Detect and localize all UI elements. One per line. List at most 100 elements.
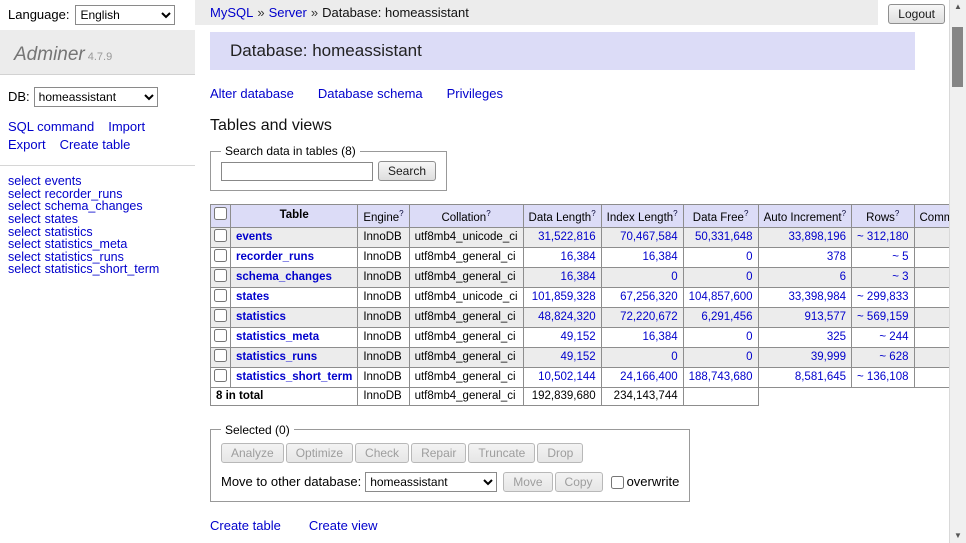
table-name-link[interactable]: statistics xyxy=(236,311,286,323)
check-button[interactable]: Check xyxy=(355,443,409,463)
data-length-link[interactable]: 48,824,320 xyxy=(538,311,596,323)
rows-count-link[interactable]: ~ 299,833 xyxy=(857,291,908,303)
copy-button[interactable]: Copy xyxy=(555,472,603,492)
data-length-link[interactable]: 16,384 xyxy=(560,251,595,263)
selected-legend: Selected (0) xyxy=(221,423,294,437)
auto-increment-link[interactable]: 8,581,645 xyxy=(795,371,846,383)
truncate-button[interactable]: Truncate xyxy=(468,443,535,463)
rows-count-link[interactable]: ~ 3 xyxy=(892,271,908,283)
rows-count-link[interactable]: ~ 569,159 xyxy=(857,311,908,323)
move-db-select[interactable]: homeassistant xyxy=(365,472,497,492)
row-checkbox[interactable] xyxy=(214,289,227,302)
table-name-link[interactable]: statistics_meta xyxy=(236,331,319,343)
search-input[interactable] xyxy=(221,162,373,181)
analyze-button[interactable]: Analyze xyxy=(221,443,284,463)
rows-count-link[interactable]: ~ 244 xyxy=(879,331,908,343)
privileges-link[interactable]: Privileges xyxy=(447,86,503,101)
row-checkbox[interactable] xyxy=(214,229,227,242)
help-icon[interactable]: ? xyxy=(842,209,846,218)
scrollbar-thumb[interactable] xyxy=(952,27,963,87)
logout-button[interactable]: Logout xyxy=(888,4,945,24)
db-select[interactable]: homeassistant xyxy=(34,87,158,107)
help-icon[interactable]: ? xyxy=(895,209,899,218)
overwrite-checkbox[interactable] xyxy=(611,476,624,489)
auto-increment-link[interactable]: 913,577 xyxy=(804,311,846,323)
data-length-link[interactable]: 10,502,144 xyxy=(538,371,596,383)
select-link[interactable]: select xyxy=(8,262,41,276)
help-icon[interactable]: ? xyxy=(591,209,595,218)
rows-count-link[interactable]: ~ 136,108 xyxy=(857,371,908,383)
row-checkbox[interactable] xyxy=(214,329,227,342)
breadcrumb-server-link[interactable]: Server xyxy=(269,5,307,20)
scroll-up-arrow-icon[interactable]: ▲ xyxy=(950,0,966,14)
data-free-link[interactable]: 0 xyxy=(746,351,752,363)
table-link-statistics-short-term[interactable]: statistics_short_term xyxy=(45,262,160,276)
create-table-link[interactable]: Create table xyxy=(210,518,281,533)
move-button[interactable]: Move xyxy=(503,472,552,492)
rows-count-link[interactable]: ~ 312,180 xyxy=(857,231,908,243)
select-link[interactable]: select xyxy=(8,174,41,188)
auto-increment-link[interactable]: 33,398,984 xyxy=(788,291,846,303)
database-schema-link[interactable]: Database schema xyxy=(318,86,423,101)
auto-increment-link[interactable]: 39,999 xyxy=(811,351,846,363)
language-select[interactable]: English xyxy=(75,5,175,25)
index-length-link[interactable]: 24,166,400 xyxy=(620,371,678,383)
row-checkbox[interactable] xyxy=(214,269,227,282)
index-length-link[interactable]: 0 xyxy=(671,351,677,363)
repair-button[interactable]: Repair xyxy=(411,443,466,463)
data-free-link[interactable]: 104,857,600 xyxy=(689,291,753,303)
search-button[interactable]: Search xyxy=(378,161,436,181)
help-icon[interactable]: ? xyxy=(399,209,403,218)
data-free-link[interactable]: 6,291,456 xyxy=(701,311,752,323)
row-checkbox[interactable] xyxy=(214,369,227,382)
drop-button[interactable]: Drop xyxy=(537,443,583,463)
data-free-link[interactable]: 0 xyxy=(746,271,752,283)
select-all-checkbox[interactable] xyxy=(214,207,227,220)
optimize-button[interactable]: Optimize xyxy=(286,443,353,463)
alter-database-link[interactable]: Alter database xyxy=(210,86,294,101)
export-link[interactable]: Export xyxy=(8,137,46,152)
vertical-scrollbar[interactable]: ▲ ▼ xyxy=(949,0,966,543)
create-view-link[interactable]: Create view xyxy=(309,518,378,533)
data-length-link[interactable]: 49,152 xyxy=(560,331,595,343)
table-name-link[interactable]: events xyxy=(236,231,272,243)
auto-increment-link[interactable]: 6 xyxy=(840,271,846,283)
select-link[interactable]: select xyxy=(8,212,41,226)
data-free-link[interactable]: 188,743,680 xyxy=(689,371,753,383)
index-length-link[interactable]: 72,220,672 xyxy=(620,311,678,323)
data-length-link[interactable]: 49,152 xyxy=(560,351,595,363)
row-checkbox[interactable] xyxy=(214,349,227,362)
table-name-link[interactable]: recorder_runs xyxy=(236,251,314,263)
import-link[interactable]: Import xyxy=(108,119,145,134)
help-icon[interactable]: ? xyxy=(673,209,677,218)
data-length-link[interactable]: 31,522,816 xyxy=(538,231,596,243)
table-name-link[interactable]: schema_changes xyxy=(236,271,332,283)
data-length-link[interactable]: 101,859,328 xyxy=(532,291,596,303)
help-icon[interactable]: ? xyxy=(744,209,748,218)
help-icon[interactable]: ? xyxy=(486,209,490,218)
table-name-link[interactable]: statistics_runs xyxy=(236,351,317,363)
data-free-link[interactable]: 0 xyxy=(746,251,752,263)
auto-increment-link[interactable]: 378 xyxy=(827,251,846,263)
index-length-link[interactable]: 16,384 xyxy=(642,251,677,263)
index-length-link[interactable]: 70,467,584 xyxy=(620,231,678,243)
breadcrumb-mysql-link[interactable]: MySQL xyxy=(210,5,253,20)
scroll-down-arrow-icon[interactable]: ▼ xyxy=(950,529,966,543)
table-name-link[interactable]: statistics_short_term xyxy=(236,371,352,383)
data-free-link[interactable]: 50,331,648 xyxy=(695,231,753,243)
table-name-link[interactable]: states xyxy=(236,291,269,303)
rows-count-link[interactable]: ~ 5 xyxy=(892,251,908,263)
index-length-link[interactable]: 0 xyxy=(671,271,677,283)
auto-increment-link[interactable]: 33,898,196 xyxy=(788,231,846,243)
create-table-link-sidebar[interactable]: Create table xyxy=(60,137,131,152)
data-free-link[interactable]: 0 xyxy=(746,331,752,343)
rows-count-link[interactable]: ~ 628 xyxy=(879,351,908,363)
data-length-link[interactable]: 16,384 xyxy=(560,271,595,283)
auto-increment-link[interactable]: 325 xyxy=(827,331,846,343)
index-length-link[interactable]: 16,384 xyxy=(642,331,677,343)
sql-command-link[interactable]: SQL command xyxy=(8,119,94,134)
row-checkbox[interactable] xyxy=(214,309,227,322)
row-checkbox[interactable] xyxy=(214,249,227,262)
index-length-link[interactable]: 67,256,320 xyxy=(620,291,678,303)
adminer-logo-link[interactable]: Adminer xyxy=(14,44,85,65)
